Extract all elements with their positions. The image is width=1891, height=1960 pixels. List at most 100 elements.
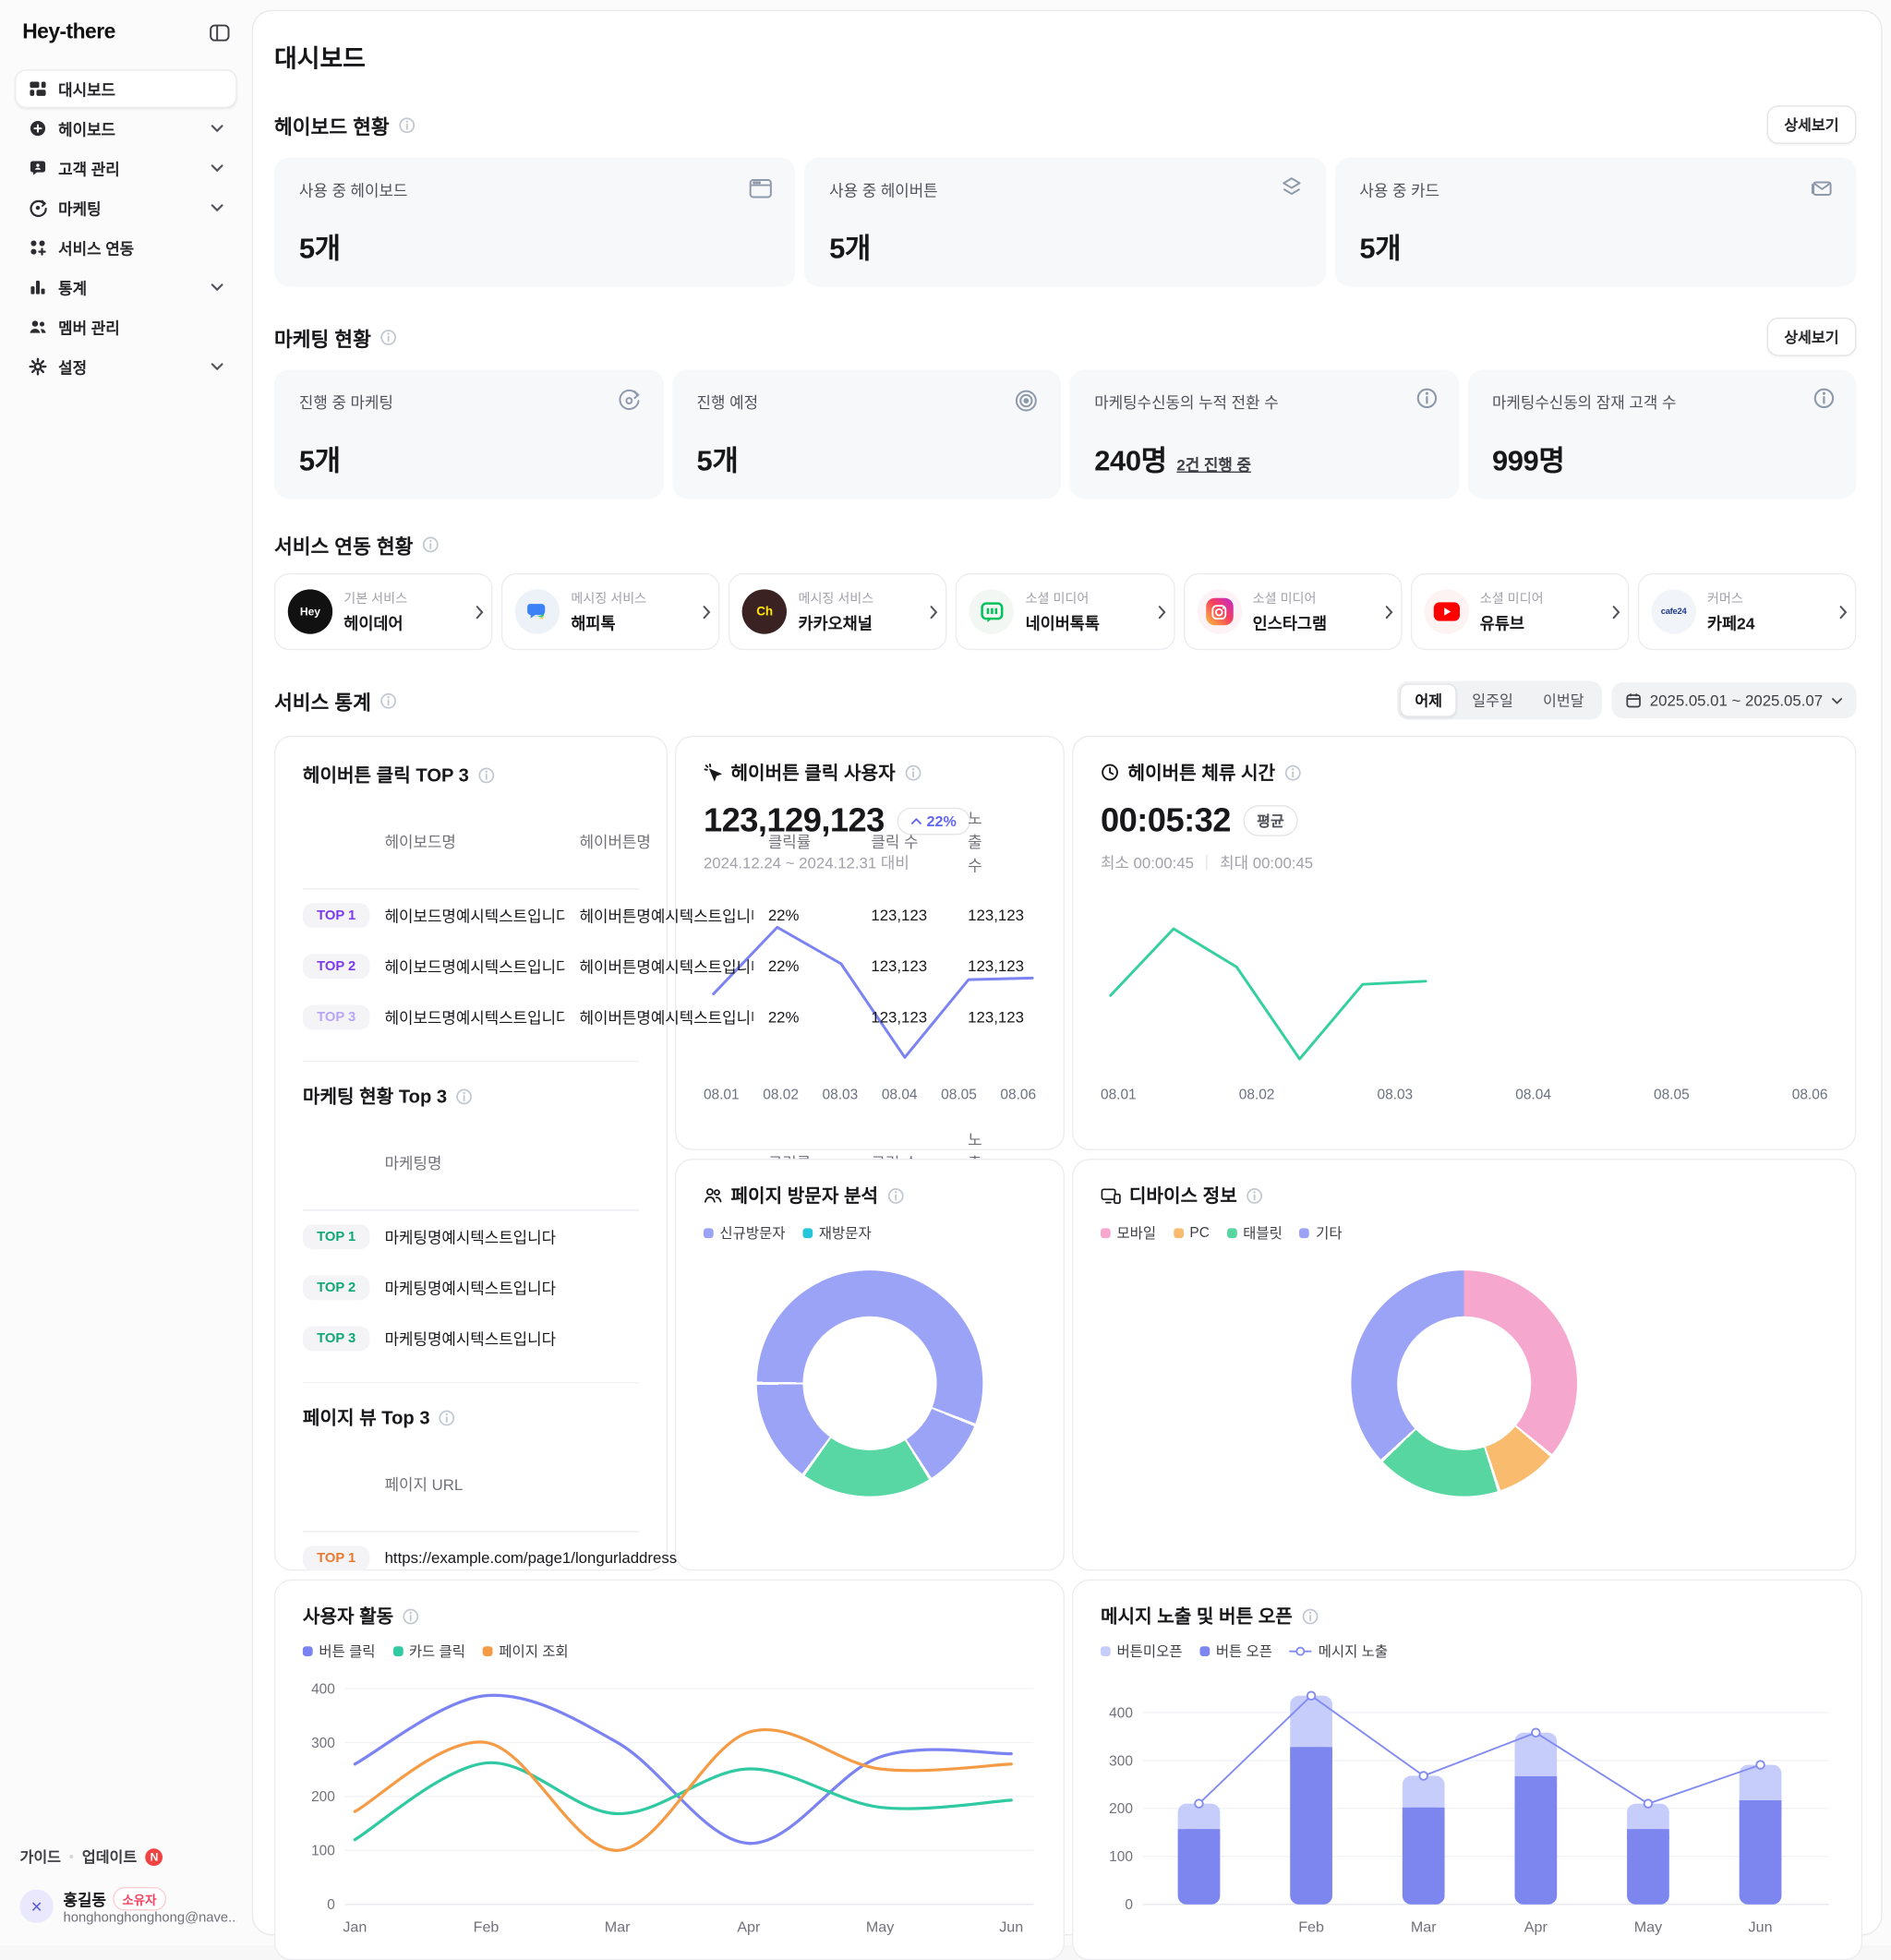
service-card-cafe24[interactable]: cafe24 커머스카페24 [1638, 573, 1857, 650]
caret-up-icon [910, 817, 921, 824]
heyboard-detail-button[interactable]: 상세보기 [1766, 105, 1856, 144]
svg-text:Mar: Mar [1411, 1918, 1437, 1935]
info-icon [1415, 387, 1438, 409]
stat-card-label: 진행 예정 [697, 390, 1037, 414]
user-activity-card: 사용자 활동 버튼 클릭 카드 클릭 페이지 조회 4003002001000J… [274, 1580, 1065, 1960]
stat-card-label: 사용 중 헤이보드 [299, 177, 771, 201]
service-card-youtube[interactable]: 소셜 미디어유튜브 [1411, 573, 1630, 650]
chevron-right-icon [1611, 605, 1620, 619]
sidebar-item-heyboard[interactable]: 헤이보드 [15, 109, 237, 148]
sidebar-footer: 가이드 업데이트 N ✕ 홍길동 소유자 honghonghonghong@na… [20, 1846, 234, 1926]
svg-text:200: 200 [1109, 1801, 1133, 1817]
layers-icon [1278, 174, 1306, 202]
in-progress-link[interactable]: 2건 진행 중 [1176, 451, 1251, 475]
guide-link[interactable]: 가이드 [20, 1846, 62, 1868]
service-name: 카카오채널 [798, 610, 873, 634]
stat-card-value: 5개 [697, 437, 739, 479]
svg-text:0: 0 [327, 1897, 335, 1913]
svg-text:Jun: Jun [1749, 1918, 1773, 1935]
sidebar-item-marketing[interactable]: 마케팅 [15, 188, 237, 227]
cafe24-logo-icon: cafe24 [1651, 589, 1695, 633]
device-info-card: 디바이스 정보 모바일 PC 태블릿 기타 [1072, 1159, 1856, 1570]
legend-label: 재방문자 [819, 1223, 872, 1244]
message-open-card: 메시지 노출 및 버튼 오픈 버튼미오픈 버튼 오픈 메시지 노출 400300… [1072, 1580, 1862, 1960]
calendar-icon [1625, 692, 1641, 708]
sidebar-item-service-link[interactable]: 서비스 연동 [15, 228, 237, 267]
filter-week[interactable]: 일주일 [1457, 683, 1528, 716]
svg-text:May: May [866, 1918, 895, 1935]
top3-panel: 헤이버튼 클릭 TOP 3 헤이보드명헤이버튼명클릭률클릭 수노출 수 TOP … [274, 736, 668, 1570]
dwell-time-value: 00:05:32 [1101, 801, 1231, 840]
chevron-right-icon [1384, 605, 1392, 619]
service-card-navertalktalk[interactable]: 소셜 미디어네이버톡톡 [956, 573, 1174, 650]
svg-text:Jan: Jan [343, 1918, 367, 1935]
legend-label: 페이지 조회 [499, 1641, 568, 1662]
filter-yesterday[interactable]: 어제 [1400, 683, 1457, 716]
service-name: 카페24 [1707, 610, 1755, 634]
svg-text:300: 300 [1109, 1753, 1133, 1769]
svg-text:400: 400 [1109, 1705, 1133, 1721]
rank-badge: TOP 3 [303, 1004, 370, 1029]
table-row: TOP 1 마케팅명예시텍스트입니다22%123,123123,123 [303, 1211, 639, 1262]
plus-circle-icon [29, 119, 47, 138]
svg-text:Mar: Mar [605, 1918, 631, 1935]
info-icon [379, 691, 397, 709]
chat-icon [29, 159, 47, 177]
service-card-instagram[interactable]: 소셜 미디어인스타그램 [1183, 573, 1402, 650]
service-category: 메시징 서비스 [571, 589, 646, 607]
target-icon [1013, 387, 1041, 415]
chevron-right-icon [1839, 605, 1848, 619]
sidebar-item-members[interactable]: 멤버 관리 [15, 307, 237, 346]
svg-text:Jun: Jun [999, 1918, 1023, 1935]
update-new-badge: N [146, 1848, 163, 1866]
svg-text:Feb: Feb [474, 1918, 500, 1935]
legend-swatch [1174, 1228, 1184, 1238]
owner-badge: 소유자 [113, 1887, 167, 1911]
service-card-kakaochannel[interactable]: Ch 메시징 서비스카카오채널 [729, 573, 947, 650]
people-icon [704, 1186, 722, 1205]
service-card-heythere[interactable]: Hey 기본 서비스헤이데어 [274, 573, 493, 650]
stat-card-heyboards: 사용 중 헤이보드 5개 [274, 158, 796, 287]
service-name: 인스타그램 [1253, 610, 1327, 634]
sidebar-collapse-icon[interactable] [210, 23, 230, 42]
update-link[interactable]: 업데이트 [82, 1846, 137, 1868]
filter-month[interactable]: 이번달 [1528, 683, 1599, 716]
sidebar-item-settings[interactable]: 설정 [15, 347, 237, 386]
stat-card-value: 999명 [1492, 437, 1564, 479]
date-range-picker[interactable]: 2025.05.01 ~ 2025.05.07 [1611, 682, 1856, 718]
dwell-time-card: 헤이버튼 체류 시간 00:05:32 평균 최소 00:00:45 최대 00… [1072, 736, 1856, 1150]
stat-card-running-marketing: 진행 중 마케팅 5개 [274, 369, 663, 499]
stat-card-scheduled-marketing: 진행 예정 5개 [672, 369, 1061, 499]
click-icon [704, 763, 722, 781]
campaign-icon [29, 198, 47, 217]
user-email: honghonghonghong@nave... [64, 1910, 237, 1925]
service-category: 소셜 미디어 [1026, 589, 1100, 607]
stat-card-label: 사용 중 카드 [1359, 177, 1831, 201]
sidebar: Hey-there 대시보드 헤이보드 고객 관리 마케팅 [0, 0, 252, 1945]
chart-title: 헤이버튼 체류 시간 [1128, 759, 1276, 785]
stat-card-value: 5개 [829, 224, 871, 267]
range-filter-group: 어제 일주일 이번달 [1398, 681, 1602, 720]
avatar: ✕ [20, 1890, 54, 1923]
sidebar-item-statistics[interactable]: 통계 [15, 268, 237, 307]
legend-label: 태블릿 [1243, 1223, 1283, 1244]
info-icon [477, 766, 495, 784]
stat-card-label: 마케팅수신동의 누적 전환 수 [1094, 390, 1434, 414]
legend-label: 버튼 오픈 [1216, 1641, 1272, 1662]
service-card-happytalk[interactable]: 메시징 서비스해피톡 [501, 573, 720, 650]
info-icon [1246, 1186, 1263, 1204]
dashboard-icon [29, 79, 47, 98]
svg-text:400: 400 [311, 1681, 335, 1697]
stat-card-value: 5개 [299, 437, 341, 479]
service-name: 해피톡 [571, 610, 646, 634]
sidebar-item-dashboard[interactable]: 대시보드 [15, 69, 237, 108]
user-profile[interactable]: ✕ 홍길동 소유자 honghonghonghong@nave... [20, 1887, 234, 1926]
legend-swatch [392, 1646, 403, 1656]
click-users-card: 헤이버튼 클릭 사용자 123,129,123 22% 2024.12.24 ~… [675, 736, 1065, 1150]
marketing-detail-button[interactable]: 상세보기 [1766, 318, 1856, 356]
chevron-down-icon [211, 203, 223, 211]
sidebar-item-customers[interactable]: 고객 관리 [15, 149, 237, 187]
sidebar-item-label: 통계 [58, 275, 87, 299]
device-donut-chart [1351, 1270, 1577, 1497]
service-name: 유튜브 [1480, 610, 1544, 634]
